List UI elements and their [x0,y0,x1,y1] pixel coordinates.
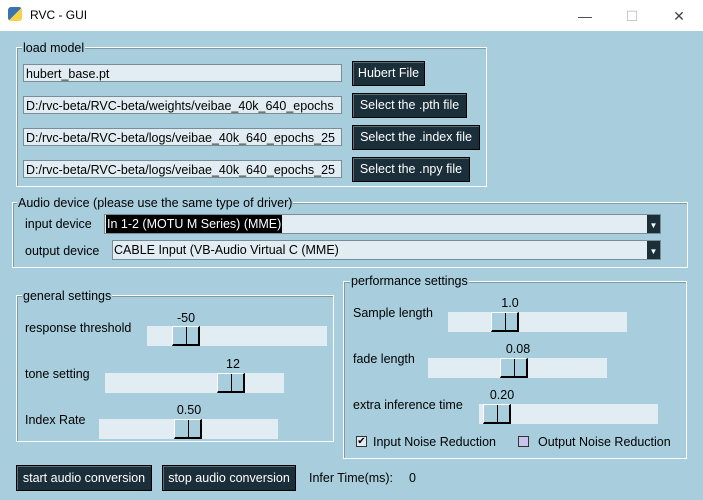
pth-path-input[interactable]: D:/rvc-beta/RVC-beta/weights/veibae_40k_… [23,96,342,114]
slider-thumb[interactable] [217,373,245,393]
close-button[interactable]: ✕ [656,4,702,28]
load-model-label: load model [22,41,86,55]
sample-length-value: 1.0 [501,296,519,310]
infer-time-value: 0 [409,471,416,485]
slider-thumb[interactable] [491,312,519,332]
tone-setting-slider[interactable] [105,373,284,393]
select-index-button[interactable]: Select the .index file [352,125,480,150]
general-settings-label: general settings [22,289,113,303]
audio-device-label: Audio device (please use the same type o… [17,196,294,210]
index-rate-label: Index Rate [25,413,86,427]
title-bar: RVC - GUI — ☐ ✕ [0,0,703,31]
input-device-select[interactable]: In 1-2 (MOTU M Series) (MME) ▼ [104,214,661,234]
fade-length-value: 0.08 [505,342,531,356]
output-noise-checkbox[interactable] [518,436,529,447]
input-noise-checkbox[interactable]: ✔ [356,436,367,447]
slider-thumb[interactable] [174,419,202,439]
tone-setting-label: tone setting [25,367,90,381]
stop-conversion-button[interactable]: stop audio conversion [162,465,296,491]
response-threshold-label: response threshold [25,321,132,335]
select-pth-button[interactable]: Select the .pth file [352,93,467,118]
python-app-icon [8,7,22,21]
input-device-value: In 1-2 (MOTU M Series) (MME) [106,215,283,233]
extra-inference-time-slider[interactable] [479,404,658,424]
performance-settings-label: performance settings [350,274,469,288]
chevron-down-icon[interactable]: ▼ [647,215,660,233]
sample-length-slider[interactable] [448,312,627,332]
extra-inference-time-label: extra inference time [353,398,463,412]
input-device-label: input device [25,217,92,231]
npy-path-input[interactable]: D:/rvc-beta/RVC-beta/logs/veibae_40k_640… [23,160,342,178]
output-device-value: CABLE Input (VB-Audio Virtual C (MME) [114,243,339,257]
chevron-down-icon[interactable]: ▼ [647,241,660,259]
index-path-input[interactable]: D:/rvc-beta/RVC-beta/logs/veibae_40k_640… [23,128,342,146]
response-threshold-slider[interactable] [147,326,327,346]
response-threshold-value: -50 [176,311,196,325]
window-title: RVC - GUI [30,8,88,22]
hubert-file-button[interactable]: Hubert File [352,61,425,86]
fade-length-label: fade length [353,352,415,366]
slider-thumb[interactable] [500,358,528,378]
start-conversion-button[interactable]: start audio conversion [16,465,152,491]
output-device-select[interactable]: CABLE Input (VB-Audio Virtual C (MME) ▼ [112,240,661,260]
select-npy-button[interactable]: Select the .npy file [352,157,470,182]
index-rate-value: 0.50 [176,403,202,417]
output-noise-label: Output Noise Reduction [538,435,671,449]
output-device-label: output device [25,244,100,258]
slider-thumb[interactable] [483,404,511,424]
hubert-path-input[interactable]: hubert_base.pt [23,64,342,82]
input-noise-label: Input Noise Reduction [373,435,496,449]
fade-length-slider[interactable] [428,358,607,378]
tone-setting-value: 12 [226,357,240,371]
infer-time-label: Infer Time(ms): [309,471,394,485]
maximize-button[interactable]: ☐ [609,4,655,28]
slider-thumb[interactable] [172,326,200,346]
sample-length-label: Sample length [353,306,433,320]
extra-inference-time-value: 0.20 [489,388,515,402]
minimize-button[interactable]: — [562,4,608,28]
index-rate-slider[interactable] [99,419,278,439]
